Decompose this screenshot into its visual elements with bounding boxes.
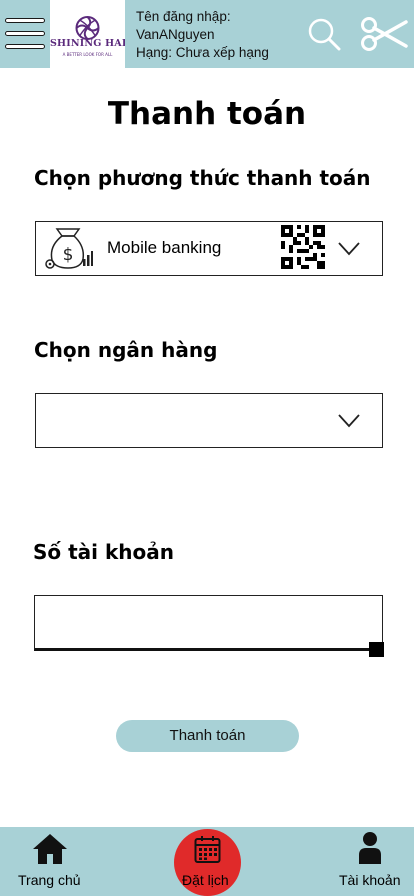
username: VanANguyen [136, 27, 215, 42]
payment-method-value: Mobile banking [107, 238, 222, 257]
username-label: Tên đăng nhập: [136, 9, 231, 24]
menu-icon-bar [5, 31, 45, 36]
resize-handle[interactable] [369, 642, 384, 657]
account-number-input[interactable] [35, 596, 382, 648]
account-number-field[interactable] [34, 595, 383, 651]
user-icon [359, 832, 381, 864]
brand-logo[interactable]: SHINING HAIR A BETTER LOOK FOR ALL [50, 0, 125, 68]
menu-icon-bar [5, 18, 45, 23]
search-icon[interactable] [307, 17, 341, 51]
calendar-icon [194, 836, 221, 863]
svg-text:$: $ [63, 245, 74, 265]
payment-method-select[interactable]: $ Mobile banking [35, 221, 383, 276]
chevron-down-icon [338, 414, 360, 428]
payment-method-label: Chọn phương thức thanh toán [34, 166, 371, 190]
logo-text: SHINING HAIR [50, 38, 125, 49]
nav-home-label: Trang chủ [18, 872, 81, 888]
pay-button[interactable]: Thanh toán [116, 720, 299, 752]
nav-home[interactable]: Trang chủ [10, 827, 90, 896]
nav-account-label: Tài khoản [339, 872, 401, 888]
account-number-label: Số tài khoản [33, 540, 174, 564]
home-icon [33, 834, 67, 864]
top-header: SHINING HAIR A BETTER LOOK FOR ALL Tên đ… [0, 0, 414, 68]
scissors-icon[interactable] [360, 16, 408, 52]
logo-tagline: A BETTER LOOK FOR ALL [62, 52, 113, 57]
user-rank: Hạng: Chưa xếp hạng [136, 45, 269, 60]
bank-select[interactable] [35, 393, 383, 448]
bank-label: Chọn ngân hàng [34, 338, 218, 362]
nav-account[interactable]: Tài khoản [330, 827, 414, 896]
money-bag-icon: $ [45, 228, 93, 269]
menu-button[interactable] [5, 18, 45, 52]
menu-icon-bar [5, 44, 45, 49]
nav-booking[interactable]: Đặt lịch [174, 829, 241, 896]
user-info: Tên đăng nhập: VanANguyen Hạng: Chưa xếp… [136, 8, 269, 62]
logo-swirl-icon [75, 16, 100, 40]
chevron-down-icon [338, 242, 360, 256]
qr-code-icon [281, 225, 325, 269]
page-title: Thanh toán [107, 96, 307, 132]
nav-booking-label: Đặt lịch [182, 872, 229, 888]
